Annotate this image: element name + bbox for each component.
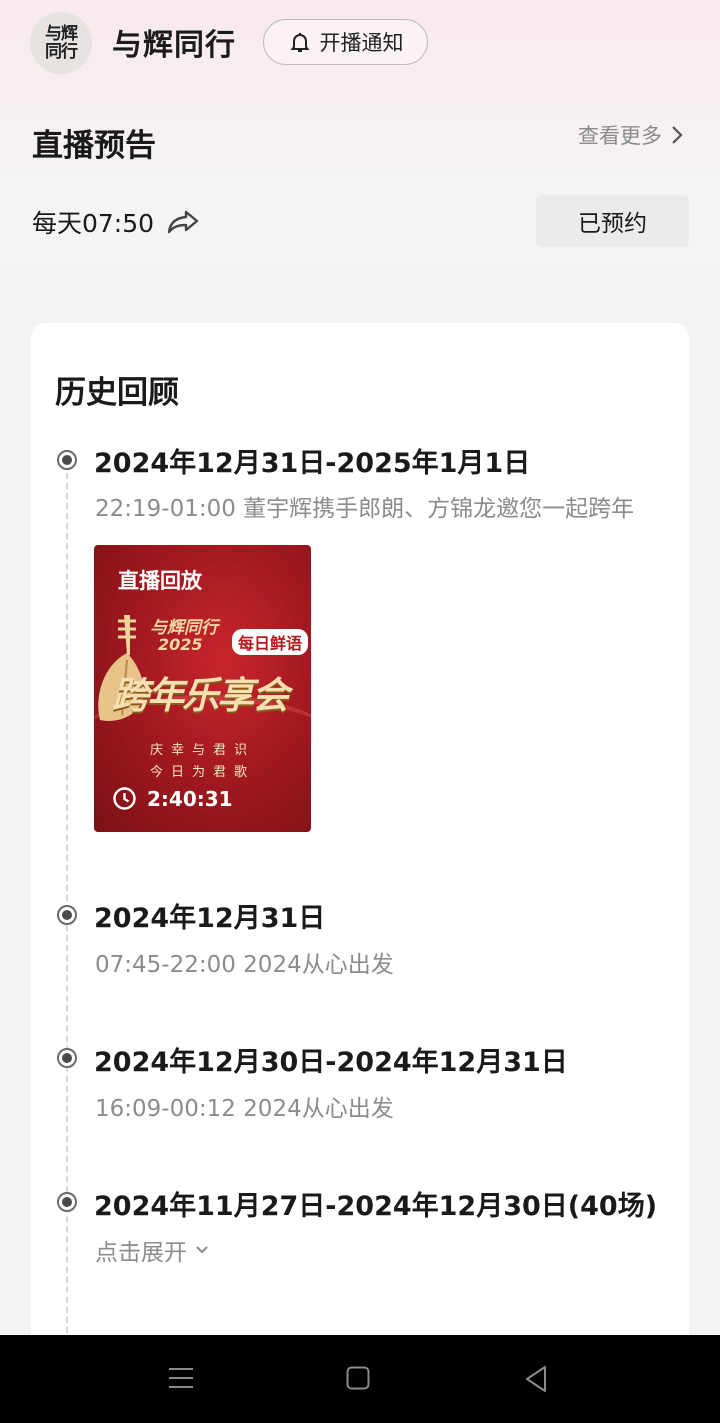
timeline-dot [57,1048,77,1068]
timeline-dot [57,450,77,470]
replay-thumbnail[interactable]: 直播回放 与辉同行 2025 每日鲜语 跨年乐享会 庆幸与君识 今日为君歌 2:… [94,545,311,832]
see-more-link[interactable]: 查看更多 [578,120,684,150]
schedule-row: 每天07:50 [32,204,200,240]
replay-duration: 2:40:31 [112,786,233,811]
live-preview-title: 直播预告 [32,128,156,164]
entry-date[interactable]: 2024年12月31日-2025年1月1日 [94,441,530,480]
home-icon[interactable] [346,1366,370,1390]
poster-line-2: 今日为君歌 [149,765,255,780]
notify-label: 开播通知 [319,31,404,55]
channel-header: 与辉同行 与辉同行 开播通知 [0,0,720,90]
clock-icon [113,787,136,810]
entry-date[interactable]: 2024年12月31日 [94,896,325,935]
see-more-label: 查看更多 [578,124,662,148]
poster-sponsor-tag: 每日鲜语 [232,629,309,655]
poster-title: 跨年乐享会 [112,674,289,717]
timeline-dot [57,905,77,925]
reserved-button[interactable]: 已预约 [536,195,689,247]
duration-text: 2:40:31 [147,786,233,811]
system-navigation-bar [0,1335,720,1423]
replay-badge: 直播回放 [118,569,202,593]
timeline-dot [57,1192,77,1212]
live-notification-button[interactable]: 开播通知 [263,19,428,65]
schedule-time: 每天07:50 [32,209,155,238]
expand-label: 点击展开 [95,1240,187,1266]
entry-desc: 16:09-00:12 2024从心出发 [95,1096,394,1122]
channel-name: 与辉同行 [112,28,236,63]
expand-toggle[interactable]: 点击展开 [95,1233,209,1267]
back-icon[interactable] [524,1365,548,1393]
poster-line-1: 庆幸与君识 [149,743,255,758]
share-icon[interactable] [166,208,200,236]
poster-year: 2025 [158,635,203,654]
avatar-logo-text: 与辉同行 [45,24,78,62]
history-card: 历史回顾 2024年12月31日-2025年1月1日 22:19-01:00 董… [31,323,689,1383]
entry-date[interactable]: 2024年12月30日-2024年12月31日 [94,1040,568,1079]
recent-apps-icon[interactable] [168,1365,194,1391]
chevron-right-icon [672,126,683,144]
entry-date[interactable]: 2024年11月27日-2024年12月30日(40场) [94,1184,657,1223]
chevron-down-icon [196,1246,208,1254]
bell-icon [290,33,309,52]
entry-desc: 07:45-22:00 2024从心出发 [95,952,394,978]
channel-avatar[interactable]: 与辉同行 [30,12,92,74]
history-title: 历史回顾 [55,375,179,411]
entry-desc: 22:19-01:00 董宇辉携手郎朗、方锦龙邀您一起跨年 [95,496,635,522]
